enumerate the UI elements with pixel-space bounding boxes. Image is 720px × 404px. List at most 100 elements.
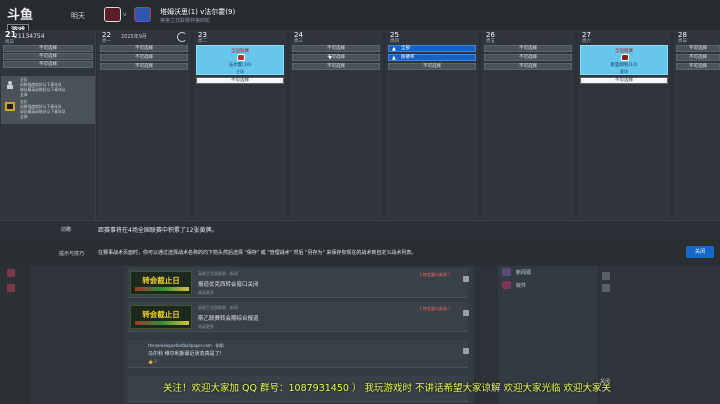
training-slot[interactable]: 不可选择 — [676, 45, 720, 52]
banner-stripe — [135, 321, 189, 325]
training-slot[interactable]: 不可选择 — [100, 63, 188, 70]
more-options-icon[interactable] — [463, 348, 469, 354]
training-slot[interactable]: 不可选择 — [484, 45, 572, 52]
warning-icon: ▲ — [392, 46, 396, 52]
training-slot[interactable]: 不可选择 — [484, 54, 572, 61]
training-slot[interactable]: 不可选择 — [580, 77, 668, 84]
side-item[interactable]: 新闻源 — [516, 269, 531, 276]
more-options-icon[interactable] — [463, 276, 469, 282]
calendar-column-day-22: 22 周一 2025年9月 不可选择 不可选择 不可选择 — [97, 30, 191, 220]
training-slot[interactable]: 不可选择 — [388, 63, 476, 70]
news-title: 马尔科 维尔利斯最近状态真是了! — [148, 351, 222, 357]
training-slot[interactable]: 不可选择 — [196, 77, 284, 84]
club-crest-icon — [621, 54, 629, 61]
training-slot[interactable]: 不可选择 — [100, 45, 188, 52]
date-header: 26 周五 — [483, 30, 573, 44]
news-meta: 英格兰全国联赛 · 新闻 — [198, 271, 238, 276]
calendar-column-day-23: 23 周二 全国联赛 法尔霍(10) 主场 不可选择 — [193, 30, 287, 220]
vs-label: v — [123, 11, 127, 18]
stream-overlay-text: 关注！欢迎大家加 QQ 群号：1087931450 ） 我玩游戏时 不讲话希望大… — [163, 383, 612, 394]
note-line: 球队精英训练好以下青年队 — [20, 87, 66, 92]
lower-strip — [30, 266, 124, 404]
logo-main-text: 斗鱼 — [7, 8, 34, 23]
more-options-icon[interactable] — [463, 310, 469, 316]
news-item[interactable]: 转会截止日 英格兰全国联赛 · 新闻 斯乙联赛转会期综合报道 阅读更多 [ 转会… — [128, 302, 469, 332]
day-label: 明天 — [71, 12, 85, 20]
today-id-text: 21134754 — [14, 33, 45, 40]
calendar-column-today: 21 21134754 周日 不可选择 不可选择 不可选择 — [0, 30, 96, 220]
training-slot[interactable]: 不可选择 — [676, 63, 720, 70]
match-opponent: 法尔霍(10) — [228, 63, 252, 68]
top-header: 斗鱼 游戏站 明天 v 塔姆沃思(1) v法尔霍(9) 英格兰非联赛杯第四轮 — [0, 0, 720, 46]
news-likes[interactable]: 👍 0 — [148, 359, 157, 364]
news-icon — [502, 268, 511, 276]
calendar-column-day-26: 26 周五 不可选择 不可选择 不可选择 — [481, 30, 575, 220]
home-crest-icon[interactable] — [104, 7, 121, 22]
tips-text: 在赛事战术页面时，你可以通过选择战术名称的向下箭头然后选择 "保存" 或 "管理… — [98, 250, 417, 256]
news-banner-image: 转会截止日 — [130, 305, 192, 329]
news-banner-image: 转会截止日 — [130, 271, 192, 295]
news-meta: 英格兰全国联赛 · 新闻 — [198, 305, 238, 310]
match-card[interactable]: 全国联赛 斯亚姆利(10) 客场 — [580, 45, 668, 75]
match-card[interactable]: 全国联赛 法尔霍(10) 主场 — [196, 45, 284, 75]
refresh-icon[interactable] — [177, 32, 187, 42]
training-slot[interactable]: 不可选择 — [292, 63, 380, 70]
date-header: 28 周日 — [675, 30, 720, 44]
training-slot-selected[interactable]: ▲ 全部 — [388, 45, 476, 52]
date-header: 24 周三 — [291, 30, 381, 44]
next-match-title[interactable]: 塔姆沃思(1) v法尔霍(9) — [160, 7, 235, 17]
date-header: 22 周一 2025年9月 — [99, 30, 189, 44]
day-weekday: 周一 — [102, 39, 111, 44]
training-slot[interactable]: 不可选择 — [3, 45, 93, 52]
news-read-more[interactable]: 阅读更多 — [198, 324, 214, 330]
person-icon[interactable] — [7, 269, 15, 277]
training-slot[interactable]: 不可选择 — [3, 53, 93, 60]
day-weekday: 周三 — [294, 39, 303, 44]
banner-text: 转会截止日 — [142, 310, 180, 319]
day-weekday: 周五 — [486, 39, 495, 44]
calendar-column-day-28: 28 周日 不可选择 不可选择 不可选择 — [673, 30, 720, 220]
news-item[interactable]: thenonleaguefootballpaper.com · 刚刚 马尔科 维… — [128, 340, 469, 368]
day-weekday: 周六 — [582, 39, 591, 44]
side-item[interactable]: 收件 — [516, 282, 526, 289]
banner-stripe — [135, 287, 189, 291]
news-item[interactable]: 转会截止日 英格兰全国联赛 · 新闻 报道优克西转会窗口关闭 阅读更多 [ 转会… — [128, 268, 469, 298]
preview-bar: 前瞻 距赛事将在4场全国联赛中积累了12张黄牌。 — [0, 220, 720, 238]
news-read-more[interactable]: 阅读更多 — [198, 290, 214, 296]
tips-close-button[interactable]: 关闭 — [686, 246, 714, 258]
calendar-column-day-24: 24 周三 不可选择 不可选择 不可选择 — [289, 30, 383, 220]
training-slot[interactable]: 不可选择 — [100, 54, 188, 61]
training-slot[interactable]: 不可选择 — [292, 54, 380, 61]
banner-text: 转会截止日 — [142, 276, 180, 285]
note-line: 球队精英训练好以下青年队 — [20, 109, 66, 114]
training-slot[interactable]: 不可选择 — [292, 45, 380, 52]
match-venue: 客场 — [620, 69, 628, 74]
day-weekday: 周四 — [390, 39, 399, 44]
training-slot-selected[interactable]: ▲ 防硬率 — [388, 54, 476, 61]
date-header: 25 周四 — [387, 30, 477, 44]
training-slot[interactable]: 不可选择 — [676, 54, 720, 61]
training-slot[interactable]: 不可选择 — [3, 61, 93, 68]
match-venue: 主场 — [236, 69, 244, 74]
next-match-competition: 英格兰非联赛杯第四轮 — [160, 18, 211, 24]
calendar-column-day-27: 27 周六 全国联赛 斯亚姆利(10) 客场 不可选择 — [577, 30, 671, 220]
news-tag: [ 转会窗口关闭 ] — [420, 272, 450, 277]
person-icon[interactable] — [7, 284, 15, 292]
lower-left-strip — [0, 266, 30, 404]
match-opponent: 斯亚姆利(10) — [610, 63, 638, 68]
warning-icon: ▲ — [392, 55, 396, 61]
note-line: 全体 — [20, 114, 28, 119]
square-icon[interactable] — [602, 284, 610, 292]
square-icon[interactable] — [602, 272, 610, 280]
news-title: 斯乙联赛转会期综合报道 — [198, 316, 259, 322]
away-crest-icon[interactable] — [134, 7, 151, 22]
inbox-icon — [502, 281, 511, 289]
stream-logo: 斗鱼 游戏站 — [7, 4, 39, 46]
preview-text: 距赛事将在4场全国联赛中积累了12张黄牌。 — [98, 227, 218, 234]
tips-label: 提示与技巧 — [59, 251, 85, 257]
date-header: 27 周六 — [579, 30, 669, 44]
training-notes-panel: 全队 训练强度较好以下青年队 球队精英训练好以下青年队 全体 全队 训练强度较好… — [1, 76, 95, 124]
training-slot[interactable]: 不可选择 — [484, 63, 572, 70]
far-right-panel: 关闭 — [600, 266, 720, 404]
news-tag: [ 转会窗口关闭 ] — [420, 306, 450, 311]
